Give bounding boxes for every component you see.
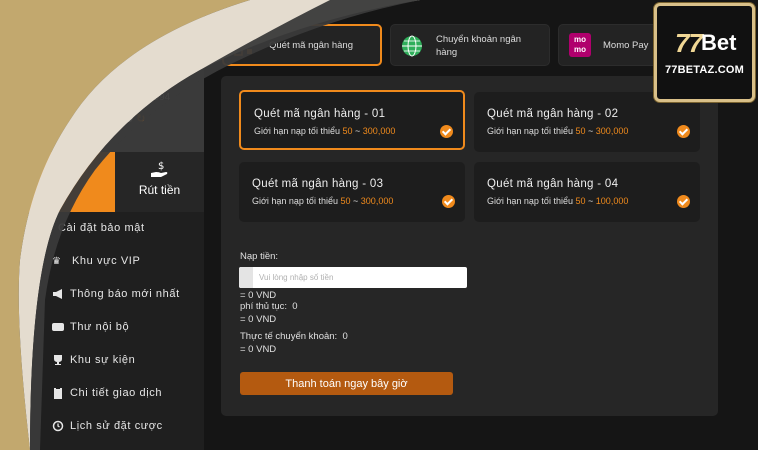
actual-row: Thực tế chuyển khoản: 0 [240,331,348,342]
method-label-line2: hàng [436,47,458,58]
check-circle-icon [442,195,455,208]
clipboard-icon [54,387,62,400]
logo-domain: 77BETAZ.COM [664,64,744,76]
wallet-tabs: n $ Rút tiền [0,152,204,212]
momo-icon: mo mo [569,33,591,57]
limit-min: 50 [340,196,351,206]
menu-item-news[interactable]: Thông báo mới nhất [52,288,180,308]
limit-max: 300,000 [362,126,396,136]
limit-sep: ~ [355,126,361,136]
tab-deposit[interactable]: n [0,152,115,212]
method-momo[interactable]: mo mo Momo Pay [558,24,658,66]
limit-min: 50 [575,196,586,206]
method-bank-transfer[interactable]: Chuyển khoản ngân hàng [390,24,550,66]
amount-prefix [239,267,253,288]
actual-label: Thực tế chuyển khoản: [240,331,338,342]
envelope-icon [52,323,64,332]
fee-value: 0 [292,301,298,312]
card-limit: Giới hạn nạp tối thiểu 50 ~ 300,000 [252,196,393,206]
balance-value: : 0 [118,110,134,125]
fee-vnd: = 0 VND [240,314,277,325]
amount-field [239,267,467,288]
megaphone-icon [53,289,62,300]
method-bank-qr[interactable]: Quét mã ngân hàng [222,24,382,66]
card-title: Quét mã ngân hàng - 03 [252,178,384,190]
card-title: Quét mã ngân hàng - 04 [487,178,619,190]
limit-min: 50 [575,126,586,136]
menu-item-label: Khu vực VIP [72,255,141,267]
hand-money-icon: $ [150,161,167,177]
menu-item-transactions[interactable]: Chi tiết giao dịch [52,387,162,407]
refresh-icon[interactable]: ↻ [136,113,145,125]
momo-icon-text: mo [574,45,586,54]
account-id: 1094 [148,92,171,103]
menu-item-label: Thư nội bộ [70,321,130,333]
globe-icon [402,35,422,57]
menu-item-label: Thông báo mới nhất [70,288,180,300]
menu-item-events[interactable]: Khu sự kiện [52,354,135,374]
tab-withdraw[interactable]: $ Rút tiền [115,152,204,212]
logo-text: Bet [701,30,737,55]
tab-deposit-label: n [58,185,65,199]
check-circle-icon [677,125,690,138]
limit-label: Giới hạn nạp tối thiểu [487,126,573,136]
amount-label: Nạp tiền: [240,251,279,262]
logo-number: 77 [675,28,703,58]
limit-max: 300,000 [360,196,394,206]
method-label: Quét mã ngân hàng [269,40,353,51]
card-limit: Giới hạn nạp tối thiểu 50 ~ 100,000 [487,196,628,206]
card-limit: Giới hạn nạp tối thiểu 50 ~ 300,000 [254,126,395,136]
limit-sep: ~ [588,126,594,136]
limit-label: Giới hạn nạp tối thiểu [487,196,573,206]
limit-label: Giới hạn nạp tối thiểu [252,196,338,206]
menu-item-label: Cài đặt bảo mật [58,222,145,234]
actual-value: 0 [342,331,348,342]
limit-min: 50 [342,126,353,136]
menu-item-label: Khu sự kiện [70,354,136,366]
amount-input[interactable] [255,267,463,288]
pay-now-button[interactable]: Thanh toán ngay bây giờ [240,372,453,395]
check-circle-icon [440,125,453,138]
card-title: Quét mã ngân hàng - 01 [254,108,386,120]
limit-sep: ~ [353,196,359,206]
bank-qr-icon [234,36,254,56]
svg-text:$: $ [158,161,164,172]
tab-withdraw-label: Rút tiền [138,183,181,197]
check-circle-icon [677,195,690,208]
bank-card-01[interactable]: Quét mã ngân hàng - 01 Giới hạn nạp tối … [239,90,465,150]
account-balance: : 0 ↻ [118,110,145,125]
brand-logo: 77 Bet 77BETAZ.COM [654,3,755,102]
history-icon [52,420,64,432]
menu-item-security[interactable]: Cài đặt bảo mật [58,222,145,242]
menu-item-label: Chi tiết giao dịch [70,387,163,399]
menu-item-vip[interactable]: ♛ Khu vực VIP [52,255,140,275]
fee-label: phí thủ tục: [240,301,288,312]
method-label: Momo Pay [603,40,649,51]
menu-item-inbox[interactable]: Thư nội bộ [52,321,129,341]
limit-max: 300,000 [595,126,629,136]
momo-icon-text: mo [574,35,586,44]
trophy-icon [54,355,62,366]
fee-row: phí thủ tục: 0 [240,301,298,312]
limit-label: Giới hạn nạp tối thiểu [254,126,340,136]
menu-item-bet-history[interactable]: Lịch sử đặt cược [52,420,163,440]
card-limit: Giới hạn nạp tối thiểu 50 ~ 300,000 [487,126,628,136]
bank-card-03[interactable]: Quét mã ngân hàng - 03 Giới hạn nạp tối … [239,162,465,222]
crown-icon: ♛ [52,256,62,268]
account-summary: 1094 : 0 ↻ [0,0,204,152]
actual-vnd: = 0 VND [240,344,277,355]
method-label-line1: Chuyển khoản ngân [436,34,522,45]
menu-item-label: Lịch sử đặt cược [70,420,163,432]
limit-max: 100,000 [595,196,629,206]
method-label: Chuyển khoản ngân hàng [436,33,521,59]
bank-card-04[interactable]: Quét mã ngân hàng - 04 Giới hạn nạp tối … [474,162,700,222]
limit-sep: ~ [588,196,594,206]
card-title: Quét mã ngân hàng - 02 [487,108,619,120]
amount-vnd: = 0 VND [240,290,277,301]
